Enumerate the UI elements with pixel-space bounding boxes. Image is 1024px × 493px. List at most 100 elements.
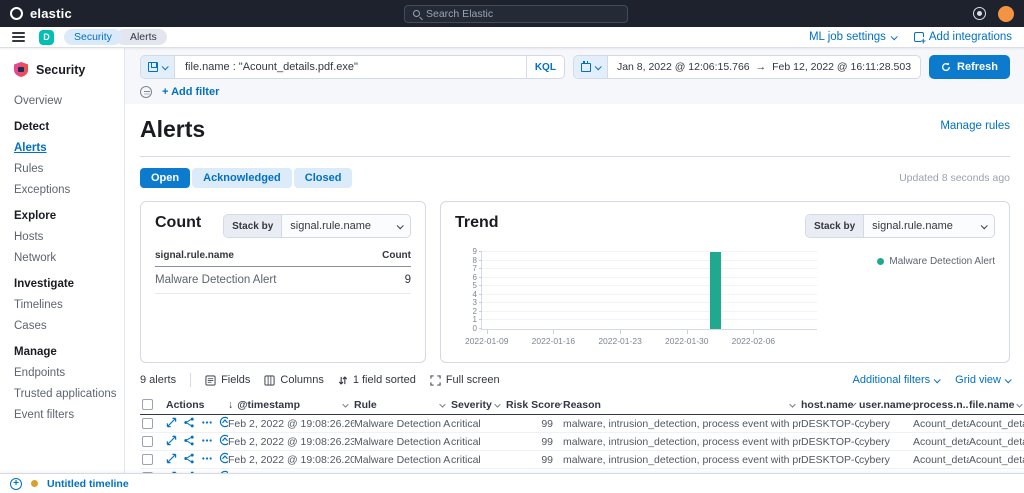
expand-alert-icon[interactable] <box>166 453 177 467</box>
columns-button[interactable]: Columns <box>264 374 323 386</box>
sidebar-item-cases[interactable]: Cases <box>14 320 124 332</box>
analyze-event-icon[interactable] <box>219 416 228 431</box>
investigate-timeline-icon[interactable] <box>183 453 195 467</box>
alerts-table-section: 9 alerts FieldsColumns1 field sortedFull… <box>140 373 1024 473</box>
sidebar-item-endpoints[interactable]: Endpoints <box>14 367 124 379</box>
add-filter-link[interactable]: + Add filter <box>162 86 219 98</box>
y-axis-tick <box>479 319 482 320</box>
y-axis-label: 0 <box>473 325 477 333</box>
more-actions-icon[interactable] <box>201 417 213 431</box>
header-severity[interactable]: Severity <box>451 399 506 411</box>
full-screen-button[interactable]: Full screen <box>430 374 500 386</box>
cell-reason: malware, intrusion_detection, process ev… <box>563 454 801 466</box>
column-label-user: user.name <box>859 399 911 411</box>
more-actions-icon[interactable] <box>201 453 213 467</box>
manage-rules-link[interactable]: Manage rules <box>940 120 1010 132</box>
y-axis-tick <box>479 311 482 312</box>
sorted-fields-button[interactable]: 1 field sorted <box>338 374 416 386</box>
sidebar-item-event-filters[interactable]: Event filters <box>14 409 124 421</box>
header-reason[interactable]: Reason <box>563 399 801 411</box>
tab-open[interactable]: Open <box>140 168 190 188</box>
sidebar-item-trusted-applications[interactable]: Trusted applications <box>14 388 124 400</box>
cell-file: Acount_detail... <box>969 418 1024 430</box>
sidebar-item-hosts[interactable]: Hosts <box>14 231 124 243</box>
timeline-label[interactable]: Untitled timeline <box>47 478 129 490</box>
additional-filters-link[interactable]: Additional filters <box>853 374 940 386</box>
row-checkbox[interactable] <box>142 418 153 429</box>
chevron-down-icon <box>891 33 898 40</box>
fields-button[interactable]: Fields <box>205 374 250 386</box>
ml-job-settings-link[interactable]: ML job settings <box>809 31 896 43</box>
add-integrations-link[interactable]: Add integrations <box>914 31 1012 43</box>
cell-process: Acount_detail... <box>913 436 969 448</box>
breadcrumb-alerts[interactable]: Alerts <box>116 29 167 45</box>
header-user[interactable]: user.name <box>859 399 913 411</box>
timeline-bottom-bar[interactable]: + Untitled timeline <box>0 473 1024 493</box>
date-range[interactable]: Jan 8, 2022 @ 12:06:15.766 → Feb 12, 202… <box>608 56 920 78</box>
header-file[interactable]: file.name <box>969 399 1024 411</box>
x-axis-tick <box>687 330 688 334</box>
y-axis-label: 2 <box>473 308 477 316</box>
user-avatar[interactable] <box>998 6 1014 22</box>
add-timeline-icon[interactable]: + <box>10 478 22 490</box>
legend-dot-icon <box>877 258 884 265</box>
more-actions-icon[interactable] <box>201 435 213 449</box>
refresh-button[interactable]: Refresh <box>929 55 1010 79</box>
date-picker-button[interactable] <box>574 56 608 78</box>
tab-acknowledged[interactable]: Acknowledged <box>192 168 292 188</box>
investigate-timeline-icon[interactable] <box>183 417 195 431</box>
analyze-event-icon[interactable] <box>219 434 228 449</box>
breadcrumb-security[interactable]: Security <box>64 29 122 45</box>
legend-item[interactable]: Malware Detection Alert <box>877 256 995 267</box>
sidebar-item-alerts[interactable]: Alerts <box>14 142 124 154</box>
tab-closed[interactable]: Closed <box>294 168 353 188</box>
space-badge[interactable]: D <box>39 30 54 45</box>
count-value: 9 <box>405 274 411 286</box>
header-timestamp[interactable]: ↓@timestamp <box>228 399 354 411</box>
chart-bar[interactable] <box>710 252 721 329</box>
kql-query-input[interactable]: file.name : "Acount_details.pdf.exe" <box>175 56 526 78</box>
analyze-event-icon[interactable] <box>219 452 228 467</box>
filter-menu-icon[interactable] <box>140 86 152 98</box>
cell-process: Acount_detail... <box>913 418 969 430</box>
grid-view-link[interactable]: Grid view <box>955 374 1010 386</box>
expand-alert-icon[interactable] <box>166 417 177 431</box>
header-process[interactable]: process.n... <box>913 399 969 411</box>
header-risk_score[interactable]: Risk Score <box>506 399 563 411</box>
count-stack-by-select[interactable]: Stack by signal.rule.name <box>223 214 411 238</box>
sidebar-item-overview[interactable]: Overview <box>14 95 124 107</box>
investigate-timeline-icon[interactable] <box>183 435 195 449</box>
full-screen-label: Full screen <box>446 374 500 386</box>
column-label-reason: Reason <box>563 399 601 411</box>
row-checkbox[interactable] <box>142 454 153 465</box>
timeline-status-dot <box>31 480 38 487</box>
row-checkbox[interactable] <box>142 436 153 447</box>
count-col-field: signal.rule.name <box>155 250 234 261</box>
date-end[interactable]: Feb 12, 2022 @ 16:11:28.503 <box>772 61 911 73</box>
trend-stack-by-select[interactable]: Stack by signal.rule.name <box>805 214 995 238</box>
alerts-data-grid: Actions↓@timestampRuleSeverityRisk Score… <box>140 395 1024 473</box>
y-axis-label: 5 <box>473 282 477 290</box>
sidebar-item-network[interactable]: Network <box>14 252 124 264</box>
elastic-logo[interactable]: elastic <box>10 6 72 21</box>
query-filter-bar: file.name : "Acount_details.pdf.exe" KQL… <box>125 48 1024 104</box>
chart-legend: Malware Detection Alert <box>877 256 995 267</box>
checkbox-cell <box>140 454 166 465</box>
sidebar-item-rules[interactable]: Rules <box>14 163 124 175</box>
expand-alert-icon[interactable] <box>166 435 177 449</box>
kql-label: KQL <box>535 62 556 73</box>
saved-query-button[interactable] <box>141 56 175 78</box>
alert-status-tabs: OpenAcknowledgedClosed <box>140 168 352 188</box>
help-icon[interactable] <box>973 7 986 20</box>
kql-toggle-button[interactable]: KQL <box>526 56 564 78</box>
sidebar-item-exceptions[interactable]: Exceptions <box>14 184 124 196</box>
menu-icon[interactable] <box>12 32 25 42</box>
header-host[interactable]: host.name <box>801 399 859 411</box>
header-rule[interactable]: Rule <box>354 399 451 411</box>
cell-reason: malware, intrusion_detection, process ev… <box>563 436 801 448</box>
count-table-row[interactable]: Malware Detection Alert9 <box>155 267 411 294</box>
select-all-checkbox[interactable] <box>142 399 153 410</box>
date-start[interactable]: Jan 8, 2022 @ 12:06:15.766 <box>617 61 750 73</box>
global-search-input[interactable]: Search Elastic <box>404 5 628 23</box>
sidebar-item-timelines[interactable]: Timelines <box>14 299 124 311</box>
